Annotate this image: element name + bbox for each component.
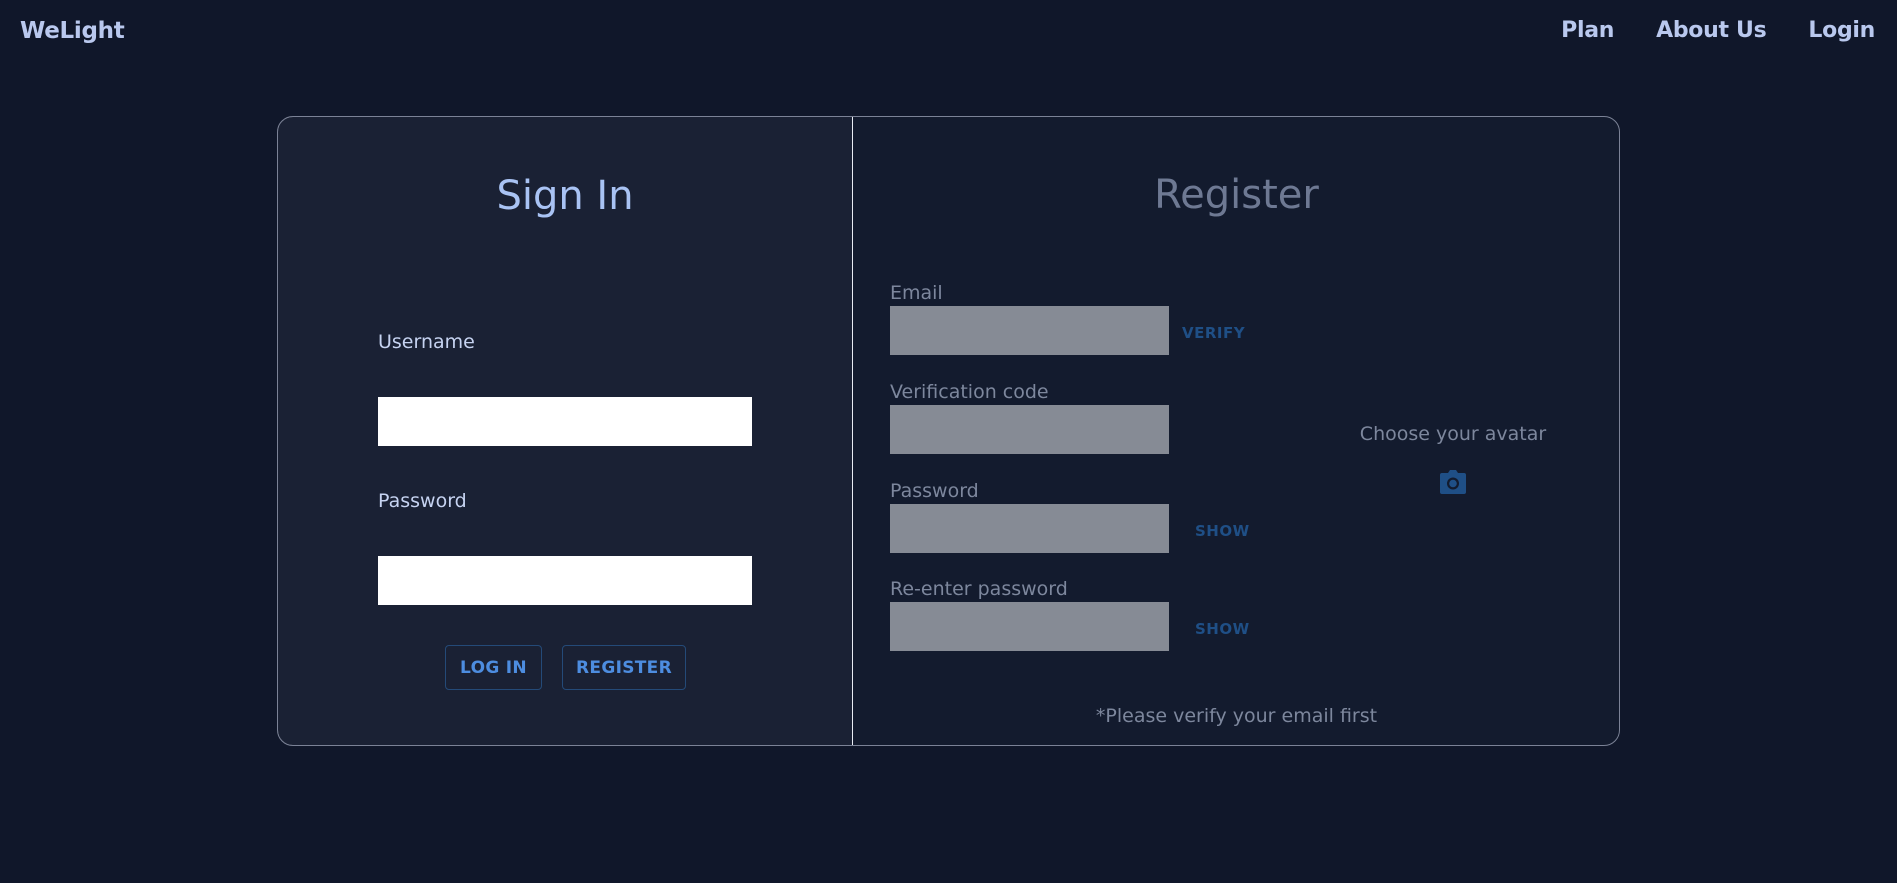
show-reenter-password-button[interactable]: SHOW <box>1195 620 1250 638</box>
register-password-label: Password <box>890 480 979 502</box>
register-title: Register <box>1154 172 1319 218</box>
verification-code-label: Verification code <box>890 381 1049 403</box>
top-navbar: WeLight Plan About Us Login <box>0 0 1897 66</box>
nav-link-login[interactable]: Login <box>1808 18 1875 43</box>
brand-logo-link[interactable]: WeLight <box>20 18 125 44</box>
email-label: Email <box>890 282 943 304</box>
reenter-password-input[interactable] <box>890 602 1169 651</box>
password-label: Password <box>378 490 467 512</box>
email-input[interactable] <box>890 306 1169 355</box>
verify-email-notice: *Please verify your email first <box>1095 705 1378 727</box>
nav-link-about-us[interactable]: About Us <box>1656 18 1767 43</box>
register-switch-button[interactable]: REGISTER <box>562 645 686 690</box>
register-panel: Register Email VERIFY Verification code … <box>853 117 1619 745</box>
username-input[interactable] <box>378 397 752 446</box>
verification-code-input[interactable] <box>890 405 1169 454</box>
register-password-input[interactable] <box>890 504 1169 553</box>
nav-link-plan[interactable]: Plan <box>1561 18 1614 43</box>
signin-title: Sign In <box>496 173 634 219</box>
username-label: Username <box>378 331 475 353</box>
reenter-password-label: Re-enter password <box>890 578 1068 600</box>
signin-panel[interactable]: Sign In Username Password LOG IN REGISTE… <box>278 117 853 745</box>
password-input[interactable] <box>378 556 752 605</box>
page: WeLight Plan About Us Login Sign In User… <box>0 0 1897 883</box>
nav-links: Plan About Us Login <box>1561 18 1875 43</box>
login-button[interactable]: LOG IN <box>445 645 542 690</box>
show-password-button[interactable]: SHOW <box>1195 522 1250 540</box>
camera-icon[interactable] <box>1439 469 1467 495</box>
auth-card: Sign In Username Password LOG IN REGISTE… <box>277 116 1620 746</box>
avatar-label: Choose your avatar <box>1359 423 1547 445</box>
verify-button[interactable]: VERIFY <box>1182 324 1245 342</box>
